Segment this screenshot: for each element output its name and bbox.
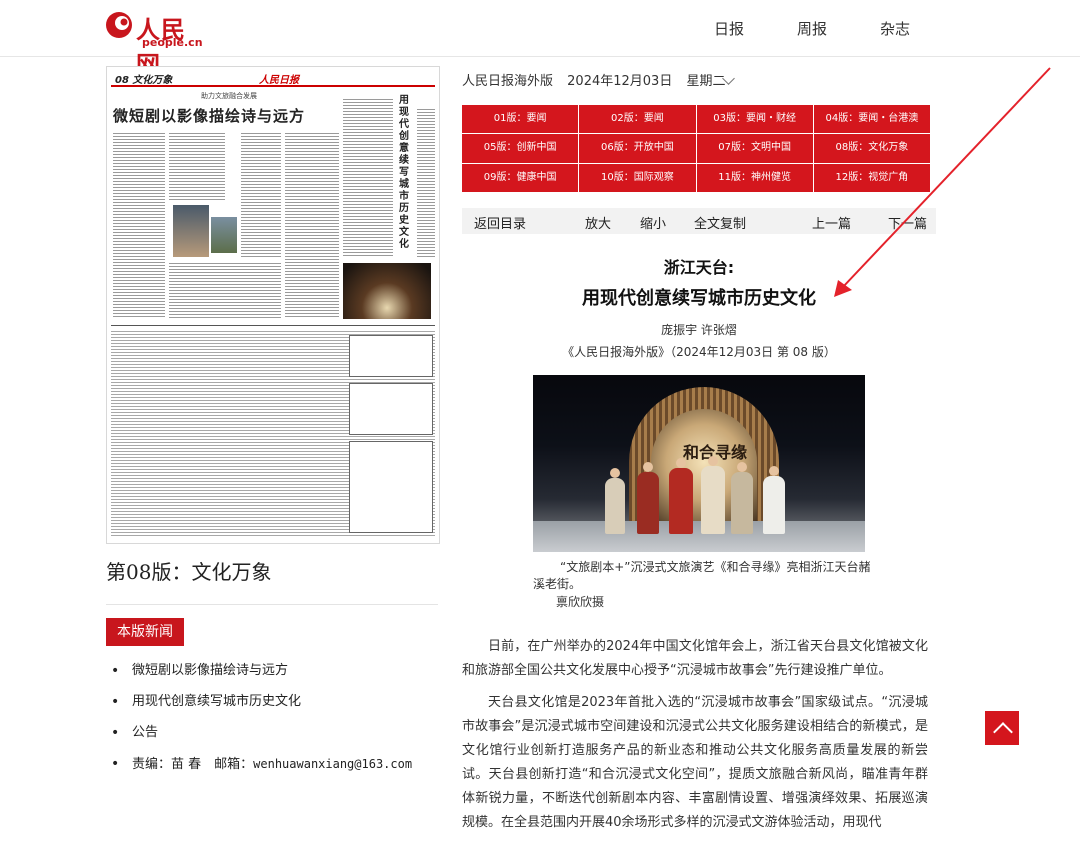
editor-label: 责编：苗 春 邮箱： xyxy=(132,757,254,772)
stage-floor xyxy=(533,521,865,552)
paper-headline: 微短剧以影像描绘诗与远方 xyxy=(113,107,306,125)
paper-edition-no: 08 文化万象 xyxy=(115,75,173,86)
back-to-top-button[interactable] xyxy=(985,711,1019,745)
paper-text-column xyxy=(417,107,435,257)
article-authors: 庞振宇 许张熠 xyxy=(661,323,737,337)
paper-photo xyxy=(173,205,209,257)
article-paragraph: 日前，在广州举办的2024年中国文化馆年会上，浙江省天台县文化馆被文化和旅游部全… xyxy=(462,639,928,678)
edition-link[interactable]: 05版：创新中国 xyxy=(462,134,579,163)
performer-head xyxy=(676,458,686,468)
article-paragraph: 天台县文化馆是2023年首批入选的“沉浸城市故事会”国家级试点。“沉浸城市故事会… xyxy=(462,695,928,830)
editor-email[interactable]: wenhuawanxiang@163.com xyxy=(253,757,412,771)
performer-head xyxy=(737,462,747,472)
edition-link[interactable]: 01版：要闻 xyxy=(462,105,579,134)
publication-name: 人民日报海外版 xyxy=(462,74,554,89)
article-toolbar: 返回目录 放大 缩小 全文复制 上一篇 下一篇 xyxy=(462,208,936,234)
nav-magazine[interactable]: 杂志 xyxy=(880,18,910,39)
paper-text-column xyxy=(285,131,339,319)
edition-weekday: 星期二 xyxy=(686,74,726,89)
edition-link[interactable]: 03版：要闻・财经 xyxy=(696,105,813,134)
performer-head xyxy=(643,462,653,472)
edition-link[interactable]: 12版：视觉广角 xyxy=(813,163,930,192)
edition-date-selector[interactable]: 人民日报海外版 2024年12月03日 星期二 xyxy=(462,70,735,89)
news-item[interactable]: 微短剧以影像描绘诗与远方 xyxy=(106,660,301,691)
performer-head xyxy=(769,466,779,476)
edition-link[interactable]: 07版：文明中国 xyxy=(696,134,813,163)
paper-text-column xyxy=(241,131,281,257)
article-body: 日前，在广州举办的2024年中国文化馆年会上，浙江省天台县文化馆被文化和旅游部全… xyxy=(462,635,928,843)
paper-divider xyxy=(111,325,435,326)
zoom-in-button[interactable]: 放大 xyxy=(585,213,611,232)
edition-grid: 01版：要闻 02版：要闻 03版：要闻・财经 04版：要闻・台港澳 05版：创… xyxy=(462,105,930,192)
article-photo: 和合寻缘 xyxy=(533,375,865,552)
performer xyxy=(669,468,693,534)
divider xyxy=(106,604,438,605)
edition-link[interactable]: 09版：健康中国 xyxy=(462,163,579,192)
page-title: 第08版：文化万象 xyxy=(106,560,272,584)
nav-daily[interactable]: 日报 xyxy=(714,18,744,39)
paper-text-column xyxy=(343,97,393,257)
site-header: 人民网 people.cn 日报 周报 杂志 xyxy=(0,0,1080,79)
edition-link[interactable]: 11版：神州健览 xyxy=(696,163,813,192)
paper-stage-photo xyxy=(343,263,431,319)
news-item[interactable]: 用现代创意续写城市历史文化 xyxy=(106,691,301,722)
photo-credit: 禀欣欣摄 xyxy=(556,595,605,609)
paper-text-column xyxy=(169,131,225,201)
section-tab[interactable]: 本版新闻 xyxy=(106,618,184,646)
performer xyxy=(731,472,753,534)
paper-notice-box xyxy=(349,441,433,533)
performer xyxy=(701,466,725,534)
paper-subhead: 助力文旅融合发展 xyxy=(201,92,257,100)
logo-domain: people.cn xyxy=(142,36,203,49)
edition-link[interactable]: 04版：要闻・台港澳 xyxy=(813,105,930,134)
article-kicker: 浙江天台: xyxy=(663,258,735,277)
paper-text-column xyxy=(113,131,165,319)
article-source: 《人民日报海外版》（2024年12月03日 第 08 版） xyxy=(562,345,836,359)
zoom-out-button[interactable]: 缩小 xyxy=(640,213,666,232)
performer xyxy=(763,476,785,534)
copy-all-button[interactable]: 全文复制 xyxy=(694,213,746,232)
paper-text-column xyxy=(169,261,281,319)
edition-link[interactable]: 06版：开放中国 xyxy=(579,134,696,163)
photo-caption: “文旅剧本+”沉浸式文旅演艺《和合寻缘》亮相浙江天台赭溪老街。 xyxy=(533,560,871,591)
back-to-index-button[interactable]: 返回目录 xyxy=(474,213,526,232)
news-list: 微短剧以影像描绘诗与远方 用现代创意续写城市历史文化 公告 xyxy=(106,660,301,753)
edition-link[interactable]: 02版：要闻 xyxy=(579,105,696,134)
performer xyxy=(605,478,625,534)
news-item[interactable]: 公告 xyxy=(106,722,301,753)
editor-info: 责编：苗 春 邮箱：wenhuawanxiang@163.com xyxy=(106,753,412,776)
performer xyxy=(637,472,659,534)
edition-date: 2024年12月03日 xyxy=(567,74,673,89)
paper-masthead: 人民日报 xyxy=(259,75,299,86)
nav-weekly[interactable]: 周报 xyxy=(797,18,827,39)
paper-photo xyxy=(211,217,237,253)
article-title: 用现代创意续写城市历史文化 xyxy=(582,288,816,309)
paper-notice-box xyxy=(349,335,433,377)
paper-vertical-title: 用现代创意续写城市历史文化 xyxy=(399,95,409,250)
performer-head xyxy=(708,456,718,466)
logo-swirl-icon xyxy=(106,12,132,38)
newspaper-page-image[interactable]: 08 文化万象 人民日报 助力文旅融合发展 微短剧以影像描绘诗与远方 用现代创意… xyxy=(106,66,440,544)
prev-article-button[interactable]: 上一篇 xyxy=(812,213,851,232)
edition-link[interactable]: 08版：文化万象 xyxy=(813,134,930,163)
paper-masthead-bar: 08 文化万象 人民日报 xyxy=(111,71,435,87)
next-article-button[interactable]: 下一篇 xyxy=(888,213,927,232)
paper-notice-box xyxy=(349,383,433,435)
site-logo[interactable]: 人民网 people.cn xyxy=(104,8,204,79)
edition-link[interactable]: 10版：国际观察 xyxy=(579,163,696,192)
performer-head xyxy=(610,468,620,478)
